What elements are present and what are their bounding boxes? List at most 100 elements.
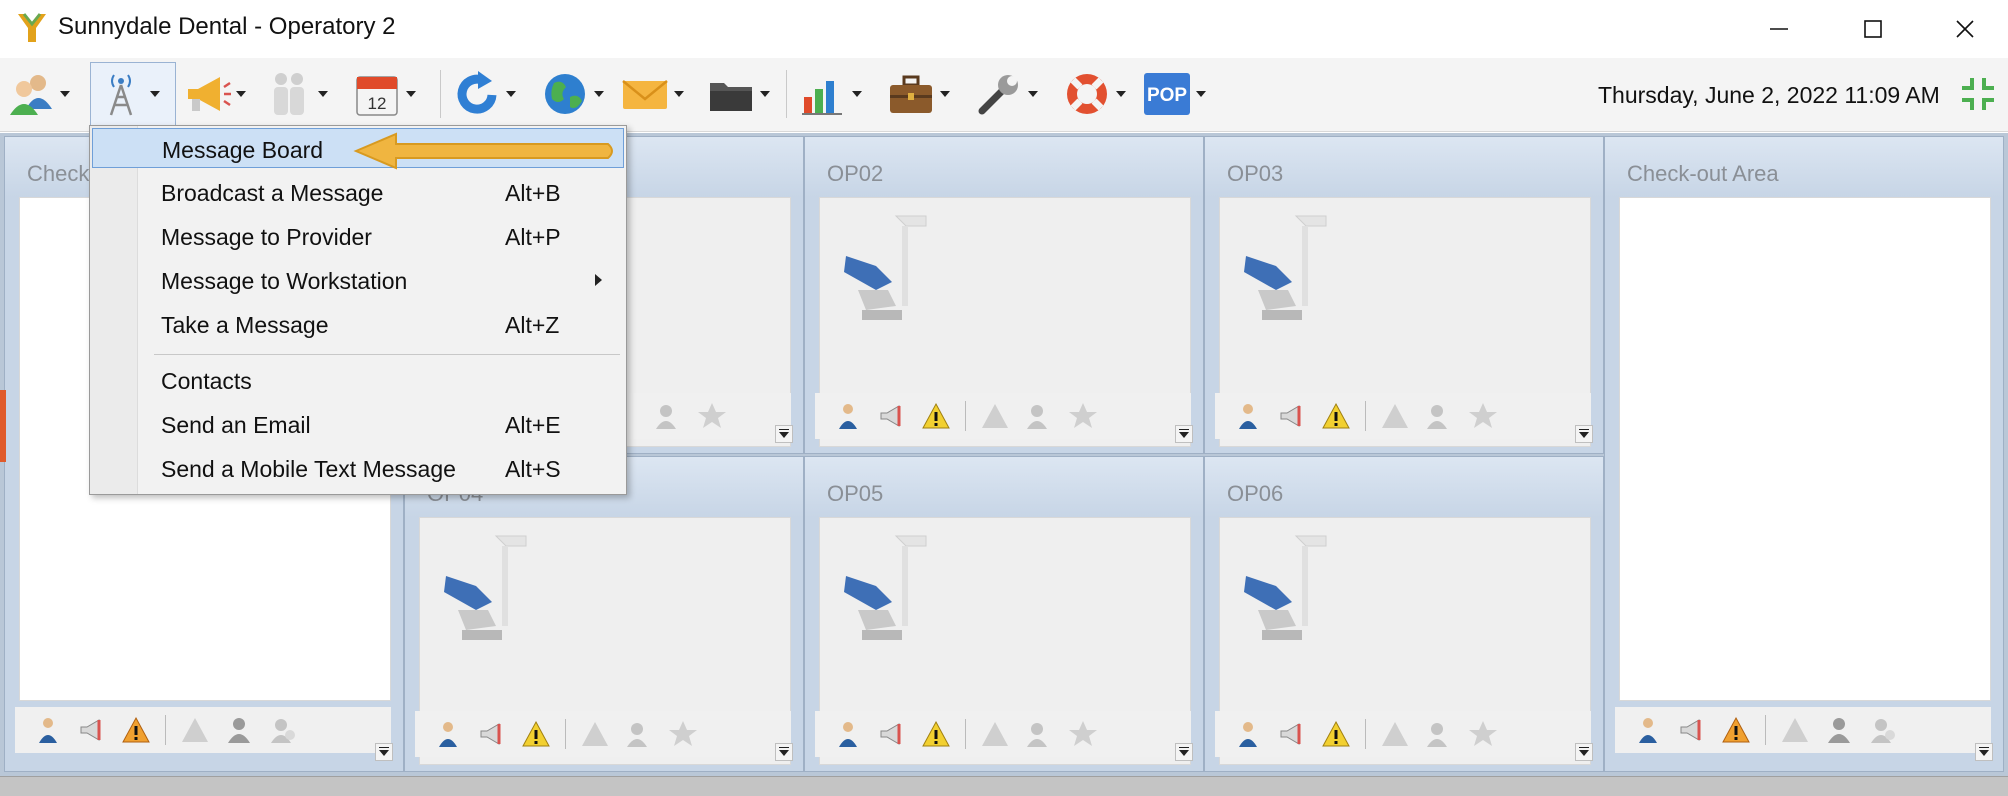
pane-menu-button[interactable]	[1175, 743, 1193, 761]
pane-status-bar	[815, 393, 1191, 439]
current-datetime: Thursday, June 2, 2022 11:09 AM	[1598, 82, 1940, 108]
minimize-button[interactable]	[1744, 6, 1814, 52]
warning-icon[interactable]	[921, 719, 951, 749]
assistant-icon[interactable]	[653, 401, 683, 431]
toolbar-messaging-button[interactable]	[94, 64, 162, 124]
menu-item-message-to-workstation[interactable]: Message to Workstation	[92, 260, 624, 300]
maximize-button[interactable]	[1838, 6, 1908, 52]
patient-icon[interactable]	[1233, 719, 1263, 749]
menu-item-shortcut: Alt+Z	[505, 312, 560, 338]
assistant-icon[interactable]	[1024, 401, 1054, 431]
provider-icon[interactable]	[1824, 715, 1854, 745]
pop-icon: POP	[1144, 73, 1190, 115]
pane-menu-button[interactable]	[1575, 425, 1593, 443]
patient-icon[interactable]	[1633, 715, 1663, 745]
megaphone-icon[interactable]	[1277, 719, 1307, 749]
menu-item-send-mobile-text[interactable]: Send a Mobile Text Message Alt+S	[92, 448, 624, 488]
menu-item-shortcut: Alt+B	[505, 180, 561, 206]
op03-pane[interactable]: OP03	[1204, 136, 1604, 454]
dental-chair-icon	[444, 535, 527, 640]
megaphone-icon[interactable]	[1277, 401, 1307, 431]
menu-item-send-email[interactable]: Send an Email Alt+E	[92, 404, 624, 444]
pane-menu-button[interactable]	[375, 743, 393, 761]
menu-item-broadcast-message[interactable]: Broadcast a Message Alt+B	[92, 172, 624, 212]
menu-item-label: Message to Workstation	[161, 268, 408, 294]
pane-menu-button[interactable]	[1575, 743, 1593, 761]
pane-title: OP06	[1227, 481, 1284, 506]
warning-icon[interactable]	[121, 715, 151, 745]
warning-icon[interactable]	[1321, 401, 1351, 431]
toolbar-mail-button[interactable]	[618, 64, 686, 124]
toolbar-folder-button[interactable]	[704, 64, 772, 124]
menu-item-contacts[interactable]: Contacts	[92, 360, 624, 400]
alert-inactive-icon[interactable]	[580, 719, 610, 749]
patient-icon[interactable]	[833, 401, 863, 431]
toolbar-users-button[interactable]	[4, 64, 72, 124]
checkout-area[interactable]	[1619, 197, 1991, 701]
toolbar-announce-button[interactable]	[180, 64, 248, 124]
dental-chair-icon	[1244, 535, 1327, 640]
assistant-icon[interactable]	[1424, 719, 1454, 749]
toolbar-reports-button[interactable]	[796, 64, 864, 124]
pane-title: Check-out Area	[1627, 161, 1779, 186]
megaphone-icon[interactable]	[877, 719, 907, 749]
toolbar-web-button[interactable]	[538, 64, 606, 124]
app-logo-icon	[18, 13, 46, 42]
toolbar-pop-button[interactable]: POP	[1140, 64, 1208, 124]
warning-icon[interactable]	[1321, 719, 1351, 749]
alert-inactive-icon[interactable]	[980, 719, 1010, 749]
op06-pane[interactable]: OP06	[1204, 456, 1604, 772]
assistant-icon[interactable]	[1868, 715, 1898, 745]
warning-icon[interactable]	[921, 401, 951, 431]
alert-inactive-icon[interactable]	[980, 401, 1010, 431]
star-icon[interactable]	[1068, 719, 1098, 749]
star-icon[interactable]	[1068, 401, 1098, 431]
toolbar-refresh-button[interactable]	[450, 64, 518, 124]
menu-item-shortcut: Alt+S	[505, 456, 561, 482]
provider-icon[interactable]	[224, 715, 254, 745]
alert-inactive-icon[interactable]	[180, 715, 210, 745]
star-icon[interactable]	[668, 719, 698, 749]
assistant-icon[interactable]	[1424, 401, 1454, 431]
op02-pane[interactable]: OP02	[804, 136, 1204, 454]
megaphone-icon[interactable]	[1677, 715, 1707, 745]
users-icon	[10, 75, 52, 115]
pane-menu-button[interactable]	[775, 425, 793, 443]
star-icon[interactable]	[1468, 401, 1498, 431]
op05-pane[interactable]: OP05	[804, 456, 1204, 772]
alert-inactive-icon[interactable]	[1780, 715, 1810, 745]
megaphone-icon[interactable]	[877, 401, 907, 431]
assistant-icon[interactable]	[1024, 719, 1054, 749]
op04-pane[interactable]: OP04	[404, 456, 804, 772]
assistant-icon[interactable]	[268, 715, 298, 745]
alert-inactive-icon[interactable]	[1380, 401, 1410, 431]
patient-icon[interactable]	[33, 715, 63, 745]
toolbar-staff-button[interactable]	[262, 64, 330, 124]
toolbar-tools-button[interactable]	[972, 64, 1040, 124]
menu-item-message-to-provider[interactable]: Message to Provider Alt+P	[92, 216, 624, 256]
collapse-grid-icon[interactable]	[1958, 74, 1998, 114]
pane-menu-button[interactable]	[1175, 425, 1193, 443]
megaphone-icon[interactable]	[477, 719, 507, 749]
megaphone-icon[interactable]	[77, 715, 107, 745]
pane-menu-button[interactable]	[1975, 743, 1993, 761]
menu-item-label: Message Board	[162, 137, 324, 163]
briefcase-icon	[890, 75, 932, 113]
folder-icon	[710, 83, 752, 111]
toolbar-briefcase-button[interactable]	[884, 64, 952, 124]
checkout-pane[interactable]: Check-out Area	[1604, 136, 2004, 772]
patient-icon[interactable]	[433, 719, 463, 749]
alert-inactive-icon[interactable]	[1380, 719, 1410, 749]
close-button[interactable]	[1930, 6, 2000, 52]
toolbar-calendar-button[interactable]: 12	[350, 64, 418, 124]
patient-icon[interactable]	[833, 719, 863, 749]
patient-icon[interactable]	[1233, 401, 1263, 431]
warning-icon[interactable]	[521, 719, 551, 749]
star-icon[interactable]	[1468, 719, 1498, 749]
toolbar-help-button[interactable]	[1060, 64, 1128, 124]
menu-item-take-message[interactable]: Take a Message Alt+Z	[92, 304, 624, 344]
pane-menu-button[interactable]	[775, 743, 793, 761]
star-icon[interactable]	[697, 401, 727, 431]
assistant-icon[interactable]	[624, 719, 654, 749]
warning-icon[interactable]	[1721, 715, 1751, 745]
